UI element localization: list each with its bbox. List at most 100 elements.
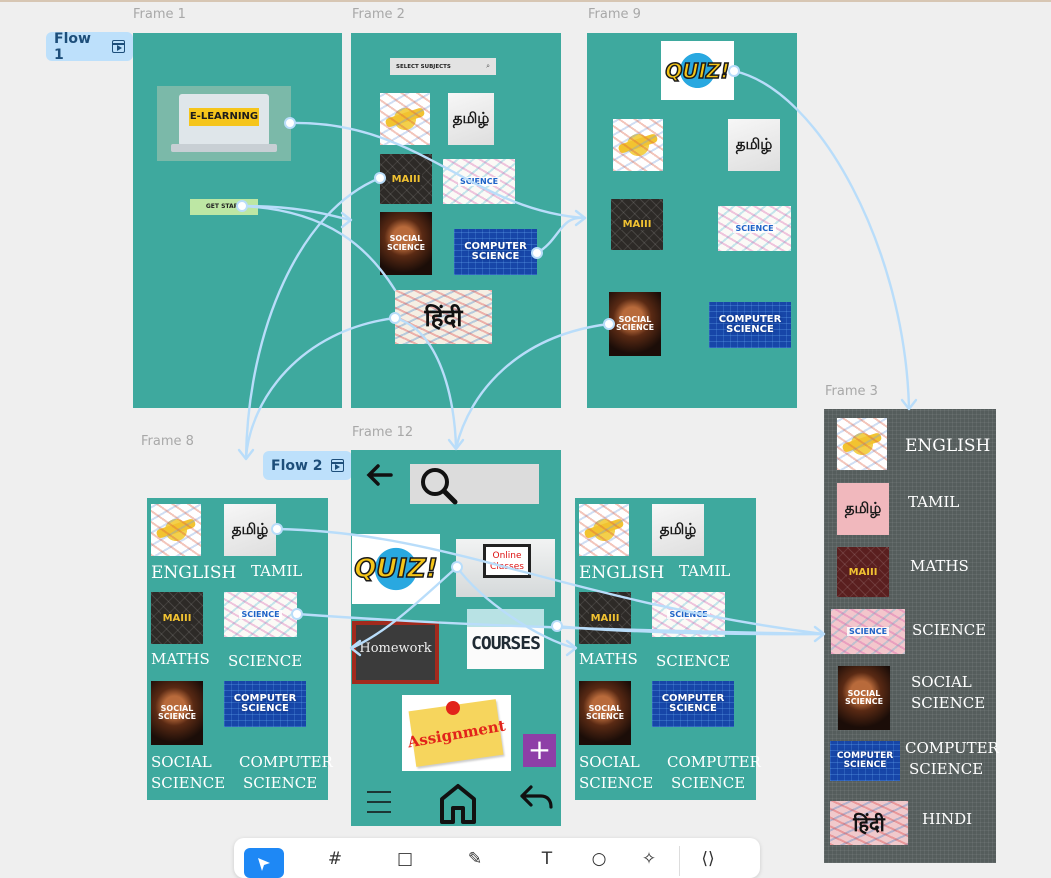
menu-icon[interactable] (365, 788, 393, 816)
computer-science-tile[interactable]: COMPUTER SCIENCE (709, 302, 791, 348)
connector-handle[interactable] (451, 561, 463, 573)
social-science-tile[interactable]: SOCIAL SCIENCE (151, 681, 203, 745)
add-button[interactable]: + (523, 734, 556, 767)
quiz-glyph: QUIZ! (665, 58, 731, 84)
connector-handle[interactable] (284, 117, 296, 129)
tamil-label: TAMIL (251, 562, 303, 580)
science-glyph: SCIENCE (733, 224, 776, 233)
online-classes-tile[interactable]: Online Classes (456, 539, 555, 597)
tamil-tile[interactable]: தமிழ் (448, 93, 494, 145)
english-tile[interactable] (579, 504, 629, 556)
science-tile[interactable]: SCIENCE (831, 609, 905, 654)
maths-tile[interactable]: MAIII (380, 154, 432, 204)
science-tile[interactable]: SCIENCE (443, 159, 515, 204)
connector-handle[interactable] (236, 200, 248, 212)
frame-2[interactable]: SELECT SUBJECTS ⌕ தமிழ் MAIII SCIENCE SO… (351, 33, 561, 408)
courses-tile[interactable]: COURSES (467, 609, 544, 669)
frame-1[interactable]: E-LEARNING GET START (133, 33, 342, 408)
tamil-tile[interactable]: தமிழ் (224, 504, 276, 556)
computer-label: COMPUTER (667, 753, 761, 771)
frame-12[interactable]: QUIZ! Online Classes Homework COURSES Ass… (351, 450, 561, 826)
move-tool-button[interactable] (244, 848, 284, 878)
science-tile[interactable]: SCIENCE (224, 592, 297, 637)
text-tool-icon[interactable]: T (536, 848, 558, 870)
comment-tool-icon[interactable]: ○ (588, 848, 610, 870)
frame-2-label[interactable]: Frame 2 (352, 7, 405, 22)
hindi-label: HINDI (922, 810, 973, 828)
social-science-glyph: SCIENCE (585, 712, 625, 721)
maths-tile[interactable]: MAIII (151, 592, 203, 644)
search-icon[interactable] (419, 466, 459, 506)
connector-handle[interactable] (389, 312, 401, 324)
back-arrow-icon[interactable] (365, 461, 395, 489)
tamil-tile[interactable]: தமிழ் (652, 504, 704, 556)
dev-mode-icon[interactable]: ⟨⟩ (697, 848, 719, 870)
computer-science-tile[interactable]: COMPUTER SCIENCE (652, 681, 734, 727)
connector-handle[interactable] (374, 172, 386, 184)
social-science-tile[interactable]: SOCIAL SCIENCE (838, 666, 890, 730)
english-tile[interactable] (613, 119, 663, 171)
frame-12-label[interactable]: Frame 12 (352, 425, 413, 440)
quiz-tile[interactable]: QUIZ! (661, 41, 734, 100)
social-science-glyph: SCIENCE (615, 323, 655, 332)
tamil-label: TAMIL (679, 562, 731, 580)
arrowhead-icon (574, 209, 587, 227)
frame-3-label[interactable]: Frame 3 (825, 384, 878, 399)
play-prototype-icon[interactable] (330, 459, 344, 472)
frame-3[interactable]: ENGLISH தமிழ் TAMIL MAIII MATHS SCIENCE … (824, 409, 999, 863)
online-label: Online (492, 551, 522, 561)
social-science-tile[interactable]: SOCIAL SCIENCE (609, 292, 661, 356)
hindi-tile[interactable]: हिंदी (830, 801, 908, 845)
laptop-base-image (171, 144, 277, 152)
frame-tool-icon[interactable]: # (324, 848, 346, 870)
frame-9-label[interactable]: Frame 9 (588, 7, 641, 22)
maths-tile[interactable]: MAIII (837, 547, 889, 597)
hindi-tile[interactable]: हिंदी (395, 290, 492, 344)
social-science-tile[interactable]: SOCIAL SCIENCE (579, 681, 631, 745)
tamil-glyph: தமிழ் (844, 499, 882, 517)
science-tile[interactable]: SCIENCE (718, 206, 791, 251)
english-tile[interactable] (837, 418, 887, 470)
quiz-tile[interactable]: QUIZ! (352, 534, 440, 604)
science-tile[interactable]: SCIENCE (652, 592, 725, 637)
courses-band (467, 609, 544, 627)
rectangle-tool-icon[interactable]: □ (394, 848, 416, 870)
frame-8[interactable]: தமிழ் ENGLISH TAMIL MAIII SCIENCE MATHS … (147, 498, 333, 800)
actions-tool-icon[interactable]: ✧ (638, 848, 660, 870)
frame-9[interactable]: QUIZ! தமிழ் MAIII SCIENCE SOCIAL SCIENCE … (587, 33, 797, 408)
tamil-label: TAMIL (908, 493, 960, 511)
computer-science-tile[interactable]: COMPUTER SCIENCE (830, 741, 900, 781)
social-science-tile[interactable]: SOCIAL SCIENCE (380, 212, 432, 275)
connector-handle[interactable] (271, 523, 283, 535)
connector-handle[interactable] (728, 65, 740, 77)
flow-2-chip[interactable]: Flow 2 (263, 451, 352, 480)
assignment-tile[interactable]: Assignment (402, 695, 511, 771)
home-icon[interactable] (438, 782, 478, 824)
frame-8-label[interactable]: Frame 8 (141, 434, 194, 449)
science-glyph: SCIENCE (457, 177, 501, 186)
pen-tool-icon[interactable]: ✎ (464, 848, 486, 870)
english-tile[interactable] (380, 93, 430, 145)
english-label: ENGLISH (151, 563, 237, 583)
frame-1-label[interactable]: Frame 1 (133, 7, 186, 22)
maths-tile[interactable]: MAIII (611, 199, 663, 250)
homework-tile[interactable]: Homework (352, 621, 439, 684)
subjects-frame[interactable]: தமிழ் ENGLISH TAMIL MAIII SCIENCE MATHS … (575, 498, 761, 800)
play-prototype-icon[interactable] (112, 40, 125, 53)
computer-science-tile[interactable]: COMPUTER SCIENCE (454, 229, 537, 275)
tamil-tile[interactable]: தமிழ் (728, 119, 780, 171)
undo-icon[interactable] (519, 783, 555, 813)
connector-handle[interactable] (291, 608, 303, 620)
connector-handle[interactable] (603, 318, 615, 330)
select-subjects-search[interactable]: SELECT SUBJECTS ⌕ (390, 58, 496, 75)
computer-science-tile[interactable]: COMPUTER SCIENCE (224, 681, 306, 727)
maths-glyph: MAIII (588, 612, 622, 624)
english-tile[interactable] (151, 504, 201, 556)
connector-handle[interactable] (531, 247, 543, 259)
maths-tile[interactable]: MAIII (579, 592, 631, 644)
social-science-glyph: SCIENCE (386, 242, 426, 252)
connector-handle[interactable] (551, 620, 563, 632)
flow-1-chip[interactable]: Flow 1 (46, 31, 133, 63)
tamil-tile[interactable]: தமிழ் (837, 483, 889, 535)
e-learning-banner[interactable]: E-LEARNING (157, 86, 291, 161)
